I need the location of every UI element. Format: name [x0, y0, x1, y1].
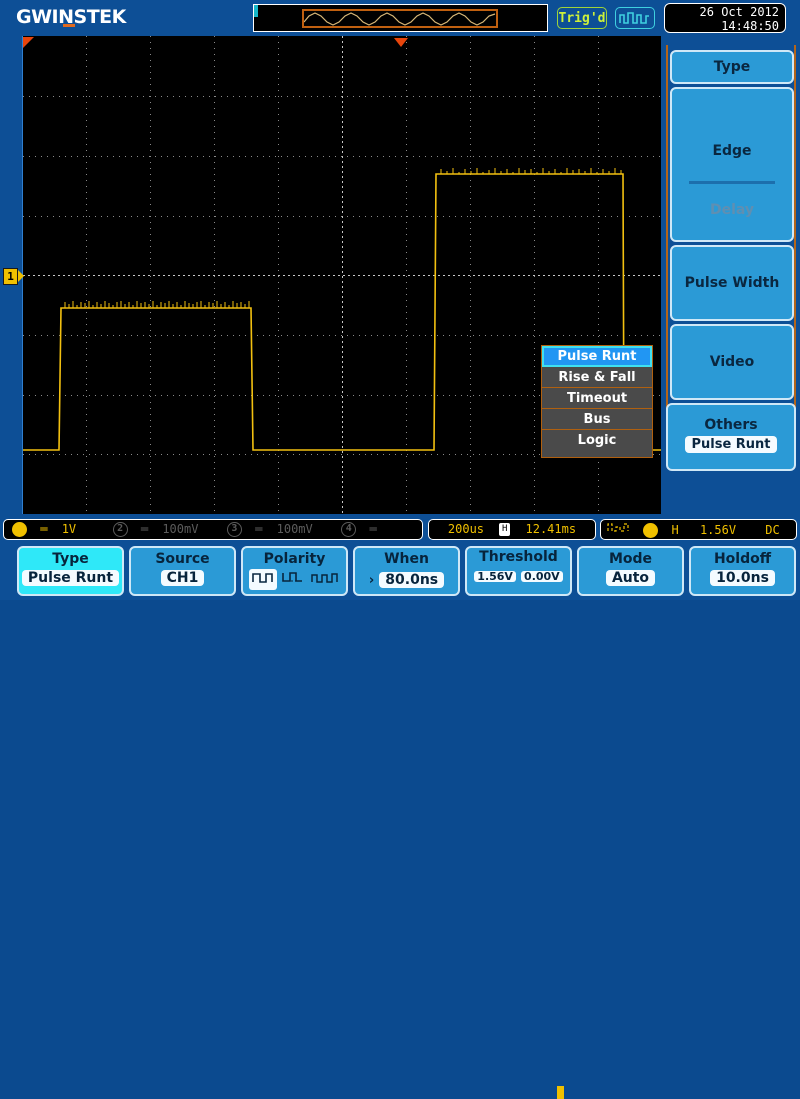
- side-menu-item-video[interactable]: Video: [670, 324, 794, 400]
- trigger-coupling: DC: [765, 522, 780, 537]
- side-menu-label-pulse-width: Pulse Width: [684, 275, 780, 291]
- side-menu-right-rail: [794, 45, 796, 465]
- trigger-mode: H: [671, 522, 679, 537]
- ch2-chip[interactable]: 2: [112, 522, 128, 537]
- popup-item-pulse-runt[interactable]: Pulse Runt: [542, 346, 652, 367]
- bottom-button-mode[interactable]: Mode Auto: [577, 546, 684, 596]
- ch4-coupling-icon: ═: [369, 522, 378, 536]
- side-menu-divider: [689, 181, 775, 184]
- popup-item-timeout[interactable]: Timeout: [542, 388, 652, 409]
- bottom-button-type[interactable]: Type Pulse Runt: [17, 546, 124, 596]
- bottom-label-threshold: Threshold: [479, 549, 558, 565]
- trigger-x-marker-icon[interactable]: [394, 38, 408, 47]
- ch3-chip[interactable]: 3: [226, 522, 242, 537]
- ch1-scale: 1V: [61, 522, 77, 536]
- brand-logo: GWINSTEK: [16, 6, 126, 28]
- side-menu-title-label: Type: [713, 59, 751, 75]
- date-text: 26 Oct 2012: [699, 5, 779, 19]
- side-menu-item-pulse-width[interactable]: Pulse Width: [670, 245, 794, 321]
- trigger-position-arrow-icon[interactable]: [23, 37, 34, 48]
- bottom-value-when: 80.0ns: [379, 572, 445, 588]
- polarity-negative-icon[interactable]: [281, 570, 305, 589]
- popup-item-logic[interactable]: Logic: [542, 430, 652, 451]
- side-menu-value-others: Pulse Runt: [685, 436, 777, 453]
- bottom-label-type: Type: [52, 551, 89, 567]
- bottom-value-source: CH1: [160, 570, 205, 586]
- runt-trigger-icon: [607, 520, 631, 540]
- bottom-label-polarity: Polarity: [263, 551, 326, 567]
- time-offset-value: 12.41ms: [525, 522, 577, 536]
- popup-item-rise-fall[interactable]: Rise & Fall: [542, 367, 652, 388]
- bottom-value-type: Pulse Runt: [21, 570, 120, 586]
- bottom-menu: Type Pulse Runt Source CH1 Polarity When…: [0, 543, 800, 1099]
- bottom-button-source[interactable]: Source CH1: [129, 546, 236, 596]
- timebase-group: 200us H 12.41ms: [428, 519, 596, 540]
- menu-position-indicator: [557, 1086, 564, 1099]
- bottom-button-polarity[interactable]: Polarity: [241, 546, 348, 596]
- ch2-coupling-icon: ═: [140, 522, 150, 536]
- ch2-scale: 100mV: [162, 522, 199, 536]
- datetime-display: 26 Oct 2012 14:48:50: [664, 3, 786, 33]
- overview-zoom-box[interactable]: [302, 9, 498, 28]
- bottom-value-mode: Auto: [605, 570, 656, 586]
- trigger-status-badge: Trig'd: [557, 7, 607, 29]
- trigger-status-group: 1 H 1.56V DC: [600, 519, 797, 540]
- bottom-button-when[interactable]: When › 80.0ns: [353, 546, 460, 596]
- ch1-marker-tip-icon: [18, 270, 24, 282]
- polarity-positive-icon[interactable]: [249, 569, 278, 590]
- trigger-level: 1.56V: [699, 522, 737, 537]
- bottom-label-mode: Mode: [608, 551, 653, 567]
- side-menu-item-others[interactable]: Others Pulse Runt: [666, 403, 796, 471]
- when-prefix-icon: ›: [368, 573, 375, 588]
- bottom-value-threshold-low: 0.00V: [521, 571, 563, 582]
- channel-status-group: 1 ═ 1V 2 ═ 100mV 3 ═ 100mV 4 ═ 100mV: [3, 519, 423, 555]
- ch1-coupling-icon: ═: [40, 522, 49, 536]
- popup-item-bus[interactable]: Bus: [542, 409, 652, 430]
- bottom-label-source: Source: [155, 551, 210, 567]
- side-menu-left-rail: [666, 45, 668, 465]
- brand-logo-accent: [63, 24, 75, 27]
- memory-icon: H: [499, 523, 511, 536]
- side-menu-label-others: Others: [704, 417, 758, 433]
- ch3-coupling-icon: ═: [255, 522, 264, 536]
- side-menu-title-type[interactable]: Type: [670, 50, 794, 84]
- pulse-waveform-icon[interactable]: [615, 7, 655, 29]
- ch1-ground-marker[interactable]: 1: [3, 268, 24, 285]
- oscilloscope-screen: GWINSTEK Trig'd 26 Oct 2012 14:48:50 1 P…: [0, 0, 800, 1099]
- trigger-type-popup[interactable]: Pulse Runt Rise & Fall Timeout Bus Logic: [541, 345, 653, 458]
- ch1-marker-label: 1: [3, 268, 18, 285]
- bottom-button-holdoff[interactable]: Holdoff 10.0ns: [689, 546, 796, 596]
- side-menu: Type Edge Delay Pulse Width Video Others…: [664, 45, 800, 471]
- side-menu-label-video: Video: [709, 354, 755, 370]
- polarity-both-icon[interactable]: [310, 570, 340, 589]
- ch1-chip[interactable]: 1: [12, 522, 27, 537]
- ch4-chip[interactable]: 4: [341, 522, 357, 537]
- bottom-button-threshold[interactable]: Threshold 1.56V 0.00V: [465, 546, 572, 596]
- side-menu-item-edge[interactable]: Edge Delay: [670, 87, 794, 242]
- timebase-value: 200us: [447, 522, 485, 536]
- ch3-scale: 100mV: [276, 522, 313, 536]
- trigger-source-chip[interactable]: 1: [643, 522, 659, 538]
- side-menu-label-edge: Edge: [712, 143, 752, 159]
- bottom-label-holdoff: Holdoff: [713, 551, 772, 567]
- status-bar: 1 ═ 1V 2 ═ 100mV 3 ═ 100mV 4 ═ 100mV 200…: [0, 518, 800, 555]
- time-text: 14:48:50: [721, 19, 779, 33]
- bottom-value-holdoff: 10.0ns: [710, 570, 775, 586]
- bottom-label-when: When: [384, 551, 429, 567]
- waveform-overview[interactable]: [253, 4, 548, 32]
- side-menu-label-delay: Delay: [709, 202, 755, 218]
- bottom-value-threshold-high: 1.56V: [474, 571, 516, 582]
- top-bar: GWINSTEK Trig'd 26 Oct 2012 14:48:50: [0, 0, 800, 36]
